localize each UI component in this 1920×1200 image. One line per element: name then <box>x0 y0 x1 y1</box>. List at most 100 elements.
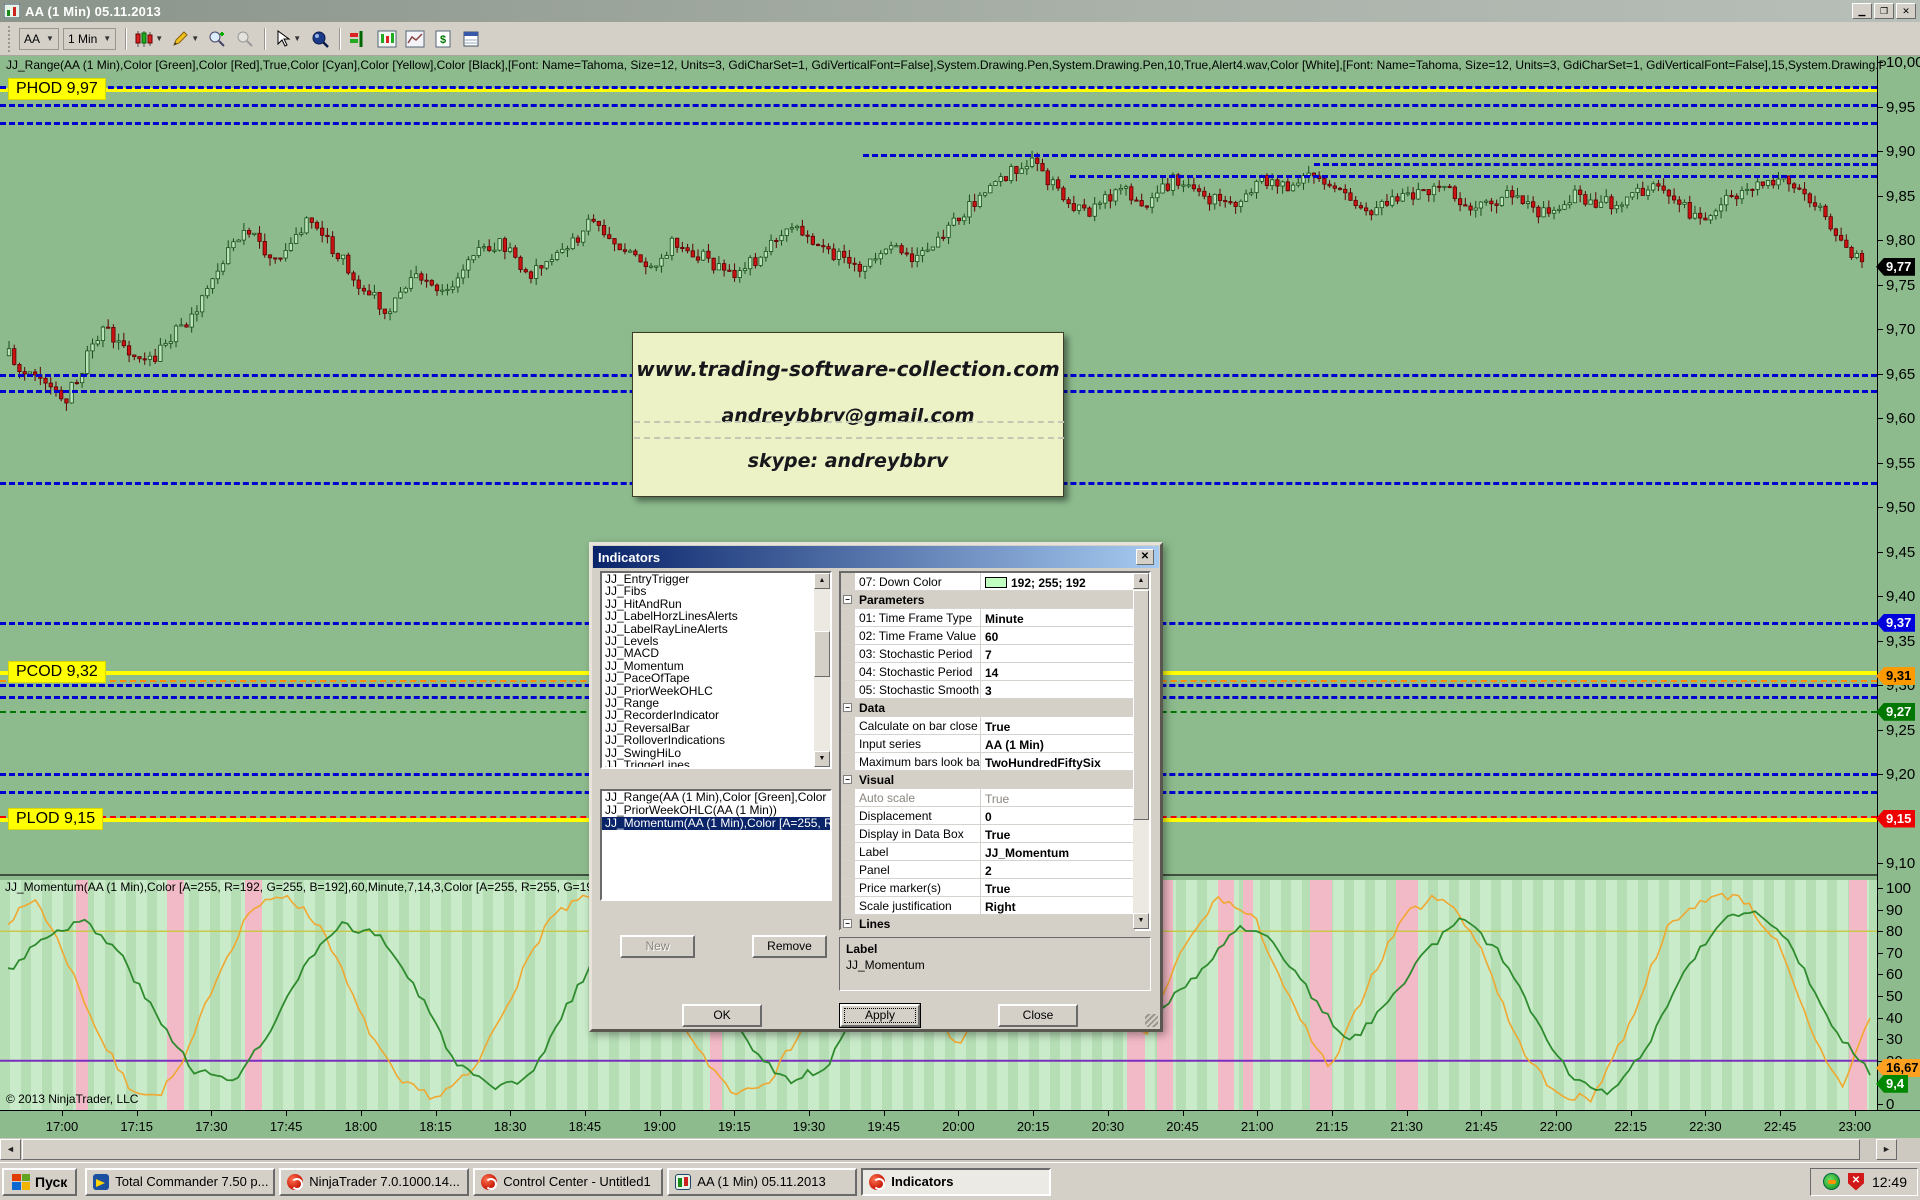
dialog-titlebar[interactable]: Indicators ✕ <box>593 546 1159 568</box>
property-row[interactable]: Maximum bars look backTwoHundredFiftySix <box>841 753 1135 771</box>
toolbar-grip[interactable] <box>8 26 15 52</box>
account-button[interactable]: $ <box>430 27 456 51</box>
indicator-list-item[interactable]: JJ_RecorderIndicator <box>602 709 830 721</box>
indicator-list-item[interactable]: JJ_MACD <box>602 647 830 659</box>
scrollbar-thumb[interactable] <box>814 631 830 677</box>
drawing-tools-button[interactable]: ▼ <box>168 27 202 51</box>
property-value[interactable]: 3 <box>981 681 1135 698</box>
ok-button[interactable]: OK <box>682 1004 762 1027</box>
property-row[interactable]: 05: Stochastic Smooth3 <box>841 681 1135 699</box>
property-row[interactable]: 02: Time Frame Value60 <box>841 627 1135 645</box>
start-button[interactable]: Пуск <box>2 1168 77 1196</box>
property-row[interactable]: Input seriesAA (1 Min) <box>841 735 1135 753</box>
property-value[interactable]: Minute <box>981 609 1135 626</box>
scroll-up-button[interactable]: ▲ <box>814 573 830 589</box>
property-row[interactable]: Displacement0 <box>841 807 1135 825</box>
property-value[interactable]: TwoHundredFiftySix <box>981 753 1135 770</box>
taskbar-item[interactable]: Indicators <box>861 1168 1051 1196</box>
cursor-tool-button[interactable]: ▼ <box>271 27 305 51</box>
scroll-right-button[interactable]: ► <box>1876 1139 1897 1160</box>
zoom-in-button[interactable] <box>204 27 230 51</box>
indicator-list-item[interactable]: JJ_LabelHorzLinesAlerts <box>602 610 830 622</box>
interval-selector[interactable]: 1 Min▼ <box>63 28 116 50</box>
available-list-scrollbar[interactable]: ▲ ▼ <box>814 573 830 767</box>
available-indicators-list[interactable]: JJ_EntryTriggerJJ_FibsJJ_HitAndRunJJ_Lab… <box>600 571 832 769</box>
property-label: 01: Time Frame Type <box>855 609 981 626</box>
property-value[interactable]: 7 <box>981 645 1135 662</box>
property-value[interactable]: True <box>981 825 1135 842</box>
property-row[interactable]: 04: Stochastic Period14 <box>841 663 1135 681</box>
property-value[interactable]: 192; 255; 192 <box>981 573 1135 590</box>
property-grid-scrollbar[interactable]: ▲ ▼ <box>1133 573 1149 929</box>
remove-button[interactable]: Remove <box>752 935 827 958</box>
property-value[interactable]: JJ_Momentum <box>981 843 1135 860</box>
scroll-up-button[interactable]: ▲ <box>1133 573 1149 589</box>
indicator-list-item[interactable]: JJ_PaceOfTape <box>602 672 830 684</box>
property-value[interactable]: 2 <box>981 861 1135 878</box>
property-row[interactable]: Auto scaleTrue <box>841 789 1135 807</box>
property-row[interactable]: Panel2 <box>841 861 1135 879</box>
property-section-row[interactable]: −Parameters <box>841 591 1135 609</box>
property-grid[interactable]: 07: Down Color192; 255; 192−Parameters01… <box>839 571 1151 931</box>
minimize-button[interactable]: ▁ <box>1852 3 1872 19</box>
close-button[interactable]: Close <box>998 1004 1078 1027</box>
property-value[interactable]: Right <box>981 897 1135 914</box>
indicator-list-item[interactable]: JJ_TriggerLines <box>602 759 830 769</box>
property-row[interactable]: Price marker(s)True <box>841 879 1135 897</box>
line-chart-button[interactable] <box>402 27 428 51</box>
scrollbar-thumb[interactable] <box>1133 590 1149 820</box>
property-row[interactable]: LabelJJ_Momentum <box>841 843 1135 861</box>
resize-grip[interactable] <box>1145 1014 1158 1027</box>
scroll-down-button[interactable]: ▼ <box>1133 913 1149 929</box>
indicator-list-item[interactable]: JJ_RolloverIndications <box>602 734 830 746</box>
dialog-close-button[interactable]: ✕ <box>1136 549 1154 565</box>
property-value[interactable]: True <box>981 789 1135 806</box>
level-price-label: PLOD 9,15 <box>8 808 103 830</box>
chart-panel-button[interactable] <box>374 27 400 51</box>
property-row[interactable]: 01: Time Frame TypeMinute <box>841 609 1135 627</box>
properties-button[interactable] <box>458 27 484 51</box>
close-button[interactable]: ✕ <box>1896 3 1916 19</box>
collapse-toggle[interactable]: − <box>843 703 852 712</box>
chart-style-button[interactable]: ▼ <box>132 27 166 51</box>
data-box-button[interactable] <box>307 27 333 51</box>
property-section-row[interactable]: −Visual <box>841 771 1135 789</box>
property-row[interactable]: 07: Down Color192; 255; 192 <box>841 573 1135 591</box>
applied-indicators-list[interactable]: JJ_Range(AA (1 Min),Color [Green],Color … <box>600 789 832 901</box>
taskbar-item[interactable]: NinjaTrader 7.0.1000.14... <box>279 1168 469 1196</box>
new-button[interactable]: New <box>620 935 695 958</box>
instrument-selector[interactable]: AA▼ <box>19 28 59 50</box>
property-value[interactable]: 60 <box>981 627 1135 644</box>
taskbar-item[interactable]: AA (1 Min) 05.11.2013 <box>667 1168 857 1196</box>
taskbar-item[interactable]: Control Center - Untitled1 <box>473 1168 663 1196</box>
property-row[interactable]: Display in Data BoxTrue <box>841 825 1135 843</box>
zoom-out-button[interactable] <box>232 27 258 51</box>
horizontal-scrollbar[interactable]: ◄ ► <box>0 1138 1920 1162</box>
collapse-toggle[interactable]: − <box>843 919 852 928</box>
indicators-button[interactable] <box>346 27 372 51</box>
scroll-down-button[interactable]: ▼ <box>814 751 830 767</box>
property-value[interactable]: 0 <box>981 807 1135 824</box>
property-value[interactable]: True <box>981 717 1135 734</box>
property-section-row[interactable]: −Lines <box>841 915 1135 933</box>
property-value[interactable]: 14 <box>981 663 1135 680</box>
property-value[interactable]: True <box>981 879 1135 896</box>
property-row[interactable]: Calculate on bar closeTrue <box>841 717 1135 735</box>
chevron-down-icon: ▼ <box>293 34 301 43</box>
scrollbar-thumb[interactable] <box>22 1139 1860 1160</box>
apply-button[interactable]: Apply <box>840 1004 920 1027</box>
scroll-left-button[interactable]: ◄ <box>0 1139 21 1160</box>
indicator-list-item[interactable]: JJ_Fibs <box>602 585 830 597</box>
applied-indicator-item[interactable]: JJ_Momentum(AA (1 Min),Color [A=255, R=1… <box>602 817 830 830</box>
security-shield-icon[interactable]: ✕ <box>1848 1173 1864 1191</box>
tray-app-icon[interactable] <box>1823 1173 1840 1190</box>
property-row[interactable]: 03: Stochastic Period7 <box>841 645 1135 663</box>
collapse-toggle[interactable]: − <box>843 775 852 784</box>
chevron-down-icon: ▼ <box>155 34 163 43</box>
restore-button[interactable]: ❐ <box>1874 3 1894 19</box>
property-section-row[interactable]: −Data <box>841 699 1135 717</box>
collapse-toggle[interactable]: − <box>843 595 852 604</box>
property-value[interactable]: AA (1 Min) <box>981 735 1135 752</box>
taskbar-item[interactable]: Total Commander 7.50 p... <box>85 1168 275 1196</box>
property-row[interactable]: Scale justificationRight <box>841 897 1135 915</box>
